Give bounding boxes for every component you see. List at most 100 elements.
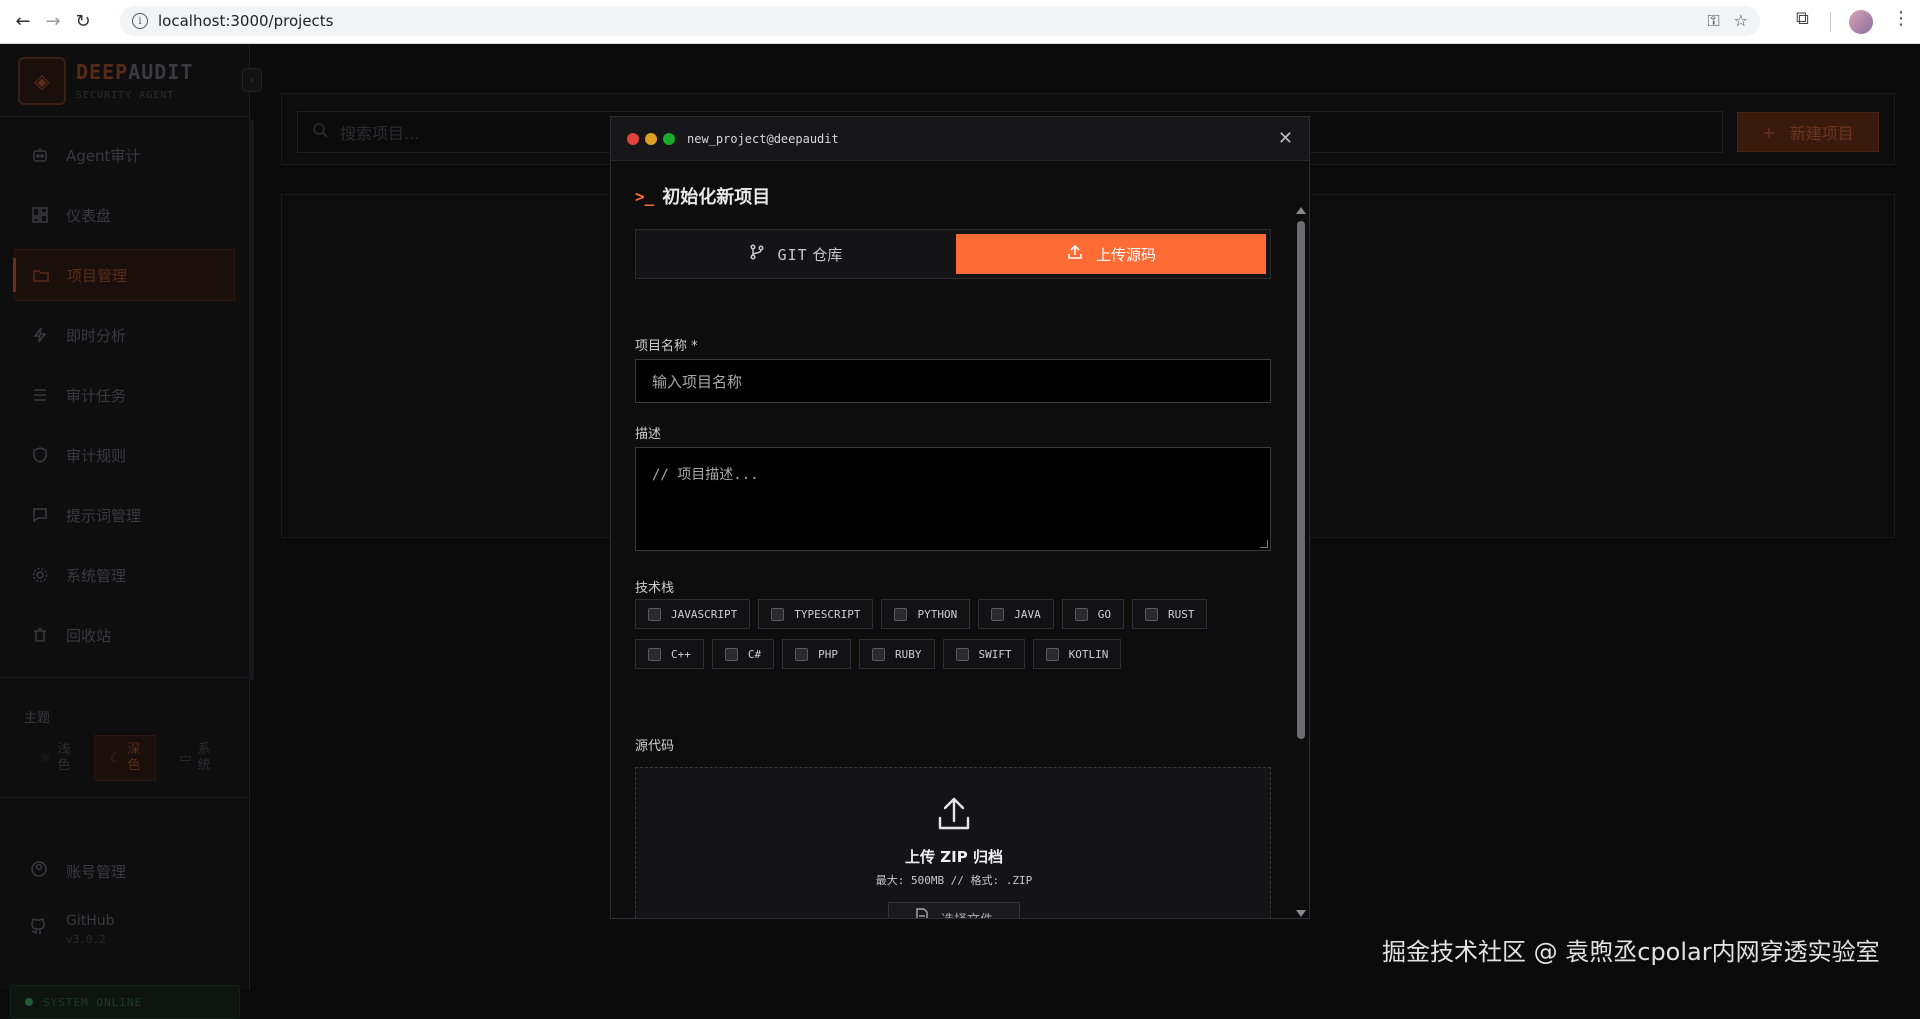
dialog-scrollbar[interactable]	[1295, 207, 1307, 917]
tech-checkbox-go[interactable]: GO	[1061, 599, 1124, 629]
sidebar-item-dashboard[interactable]: 仪表盘	[14, 189, 235, 241]
choose-file-button[interactable]: 选择文件	[888, 902, 1020, 918]
sidebar-item-agent-audit[interactable]: Agent审计	[14, 129, 235, 181]
reload-icon[interactable]: ↻	[68, 7, 98, 37]
sidebar-item-audit-rules[interactable]: 审计规则	[14, 429, 235, 481]
checkbox[interactable]	[1144, 607, 1158, 621]
bookmark-star-icon[interactable]: ☆	[1734, 11, 1748, 31]
dialog-heading: >_ 初始化新项目	[635, 186, 771, 209]
window-controls	[627, 132, 675, 145]
checkbox[interactable]	[724, 647, 738, 661]
file-icon	[915, 908, 929, 918]
watermark: 掘金技术社区 @ 袁煦丞cpolar内网穿透实验室	[1382, 938, 1880, 966]
theme-light-button[interactable]: ☼ 浅色	[24, 735, 86, 781]
description-textarea[interactable]: // 项目描述...	[635, 447, 1271, 551]
site-info-icon[interactable]: i	[132, 13, 148, 29]
moon-icon: ☾	[109, 750, 122, 766]
monitor-icon: ▭	[179, 750, 192, 766]
tech-checkbox-rust[interactable]: RUST	[1131, 599, 1208, 629]
address-bar[interactable]: i localhost:3000/projects ⚿ ☆	[120, 6, 1760, 36]
browser-menu-icon[interactable]: ⋮	[1892, 8, 1910, 29]
github-icon	[30, 917, 50, 939]
sidebar-divider	[0, 797, 250, 798]
sidebar-collapse-button[interactable]: ‹	[242, 68, 262, 92]
upload-title: 上传 ZIP 归档	[905, 848, 1003, 866]
tech-stack-row-2: C++ C# PHP RUBY SWIFT KOTLIN	[635, 639, 1122, 669]
upload-limits: 最大: 500MB // 格式: .ZIP	[875, 874, 1033, 887]
sidebar-item-projects[interactable]: 项目管理	[13, 249, 235, 301]
tab-upload-source[interactable]: 上传源码	[956, 234, 1266, 274]
scroll-down-icon[interactable]	[1296, 910, 1306, 917]
sidebar-scrollbar[interactable]	[249, 120, 254, 680]
sun-icon: ☼	[39, 750, 52, 766]
user-circle-icon	[30, 860, 50, 882]
tech-checkbox-php[interactable]: PHP	[782, 639, 851, 669]
checkbox[interactable]	[991, 607, 1005, 621]
project-name-input[interactable]: 输入项目名称	[635, 359, 1271, 403]
new-project-dialog: new_project@deepaudit ✕ >_ 初始化新项目 GIT 仓库…	[610, 116, 1310, 919]
forward-icon[interactable]: →	[38, 7, 68, 37]
tech-checkbox-python[interactable]: PYTHON	[881, 599, 971, 629]
minimize-dot	[645, 132, 657, 145]
checkbox[interactable]	[1074, 607, 1088, 621]
close-icon[interactable]: ✕	[1278, 129, 1293, 149]
sidebar-item-instant-analysis[interactable]: 即时分析	[14, 309, 235, 361]
folder-icon	[31, 265, 51, 285]
checkbox[interactable]	[955, 647, 969, 661]
password-key-icon[interactable]: ⚿	[1707, 11, 1719, 31]
checkbox[interactable]	[894, 607, 908, 621]
bot-icon	[30, 145, 50, 165]
new-project-button[interactable]: + 新建项目	[1737, 112, 1879, 152]
tech-stack-row-1: JAVASCRIPT TYPESCRIPT PYTHON JAVA GO RUS…	[635, 599, 1208, 629]
account-link[interactable]: 账号管理	[30, 860, 126, 882]
sidebar-divider	[0, 677, 250, 678]
tech-checkbox-javascript[interactable]: JAVASCRIPT	[635, 599, 751, 629]
sidebar-nav: Agent审计 仪表盘 项目管理 即时分析 审计任务 审计规则 提示词管理 系统…	[0, 129, 249, 661]
trash-icon	[30, 625, 50, 645]
lightning-icon	[30, 325, 50, 345]
brand-title: DEEPAUDIT	[76, 60, 194, 84]
theme-switcher: ☼ 浅色 ☾ 深色 ▭ 系统	[24, 735, 226, 781]
theme-system-button[interactable]: ▭ 系统	[164, 735, 226, 781]
github-link[interactable]: GitHub v3.0.2	[30, 913, 115, 946]
plus-icon: +	[1762, 122, 1776, 142]
tech-checkbox-kotlin[interactable]: KOTLIN	[1032, 639, 1122, 669]
back-icon[interactable]: ←	[8, 7, 38, 37]
sidebar-item-label: 审计规则	[66, 446, 127, 465]
tech-checkbox-typescript[interactable]: TYPESCRIPT	[758, 599, 874, 629]
terminal-prompt-icon: >_	[635, 186, 655, 206]
tech-checkbox-ruby[interactable]: RUBY	[859, 639, 935, 669]
checkbox[interactable]	[648, 647, 661, 661]
tech-checkbox-csharp[interactable]: C#	[711, 639, 775, 669]
sidebar-item-audit-tasks[interactable]: 审计任务	[14, 369, 235, 421]
sidebar-item-system[interactable]: 系统管理	[14, 549, 235, 601]
project-name-label: 项目名称 *	[635, 339, 698, 354]
scroll-up-icon[interactable]	[1296, 207, 1306, 214]
sidebar-item-trash[interactable]: 回收站	[14, 609, 235, 661]
system-status-badge: SYSTEM ONLINE	[10, 985, 240, 1019]
profile-avatar[interactable]	[1849, 10, 1873, 34]
checkbox[interactable]	[648, 607, 661, 621]
resize-handle[interactable]	[1260, 540, 1268, 548]
tab-git-repo[interactable]: GIT 仓库	[640, 234, 950, 274]
checkbox[interactable]	[795, 647, 809, 661]
tech-checkbox-cpp[interactable]: C++	[635, 639, 704, 669]
zip-dropzone[interactable]: 上传 ZIP 归档 最大: 500MB // 格式: .ZIP 选择文件	[635, 767, 1271, 918]
source-code-label: 源代码	[635, 739, 675, 754]
status-dot	[25, 998, 33, 1006]
toolbar-divider	[1830, 12, 1831, 32]
tech-checkbox-java[interactable]: JAVA	[978, 599, 1054, 629]
checkbox[interactable]	[771, 607, 785, 621]
checkbox[interactable]	[872, 647, 885, 661]
search-icon	[312, 122, 328, 142]
scrollbar-thumb[interactable]	[1297, 221, 1305, 739]
dialog-titlebar: new_project@deepaudit ✕	[611, 117, 1309, 161]
sidebar-item-prompts[interactable]: 提示词管理	[14, 489, 235, 541]
source-tabs: GIT 仓库 上传源码	[635, 229, 1271, 279]
tech-checkbox-swift[interactable]: SWIFT	[942, 639, 1025, 669]
theme-dark-button[interactable]: ☾ 深色	[94, 735, 156, 781]
sidebar-item-label: 系统管理	[66, 566, 127, 585]
shield-icon	[30, 445, 50, 465]
checkbox[interactable]	[1045, 647, 1059, 661]
extensions-icon[interactable]: ⧉	[1796, 8, 1809, 29]
